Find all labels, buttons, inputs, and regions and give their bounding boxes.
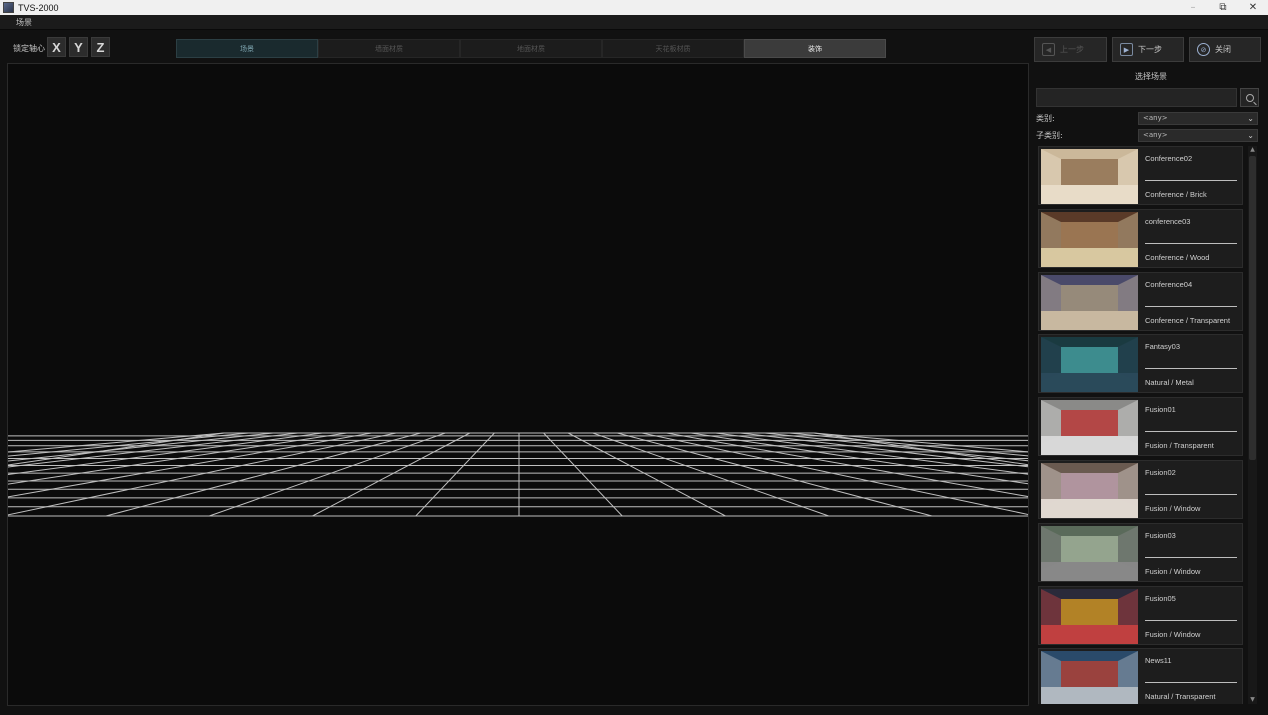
- scene-name: Conference02: [1145, 154, 1193, 163]
- cancel-icon: ⊘: [1197, 43, 1210, 56]
- menu-bar: 场景: [0, 15, 1268, 30]
- scene-thumbnail: [1041, 588, 1138, 644]
- scroll-thumb[interactable]: [1249, 156, 1256, 460]
- tab-ceiling-material[interactable]: 天花板材质: [602, 39, 744, 58]
- scene-list-scrollbar[interactable]: ▲ ▼: [1248, 146, 1257, 704]
- close-label: 关闭: [1215, 45, 1231, 54]
- chevron-down-icon: ⌄: [1247, 131, 1254, 140]
- window-title: TVS-2000: [18, 2, 59, 13]
- scene-thumbnail: [1041, 463, 1138, 518]
- search-button[interactable]: [1240, 88, 1259, 107]
- divider: [1145, 305, 1237, 307]
- scene-card[interactable]: Fusion05 Fusion / Window: [1038, 585, 1243, 645]
- prev-step-label: 上一步: [1060, 45, 1084, 54]
- next-step-button[interactable]: ▶ 下一步: [1112, 37, 1184, 62]
- scene-name: conference03: [1145, 216, 1191, 226]
- next-step-label: 下一步: [1138, 45, 1162, 54]
- scene-thumbnail: [1041, 149, 1138, 204]
- app-window: TVS-2000 – ⧉ ✕ 场景 锁定轴心 X Y Z 场景 墙面材质 地面材…: [0, 0, 1268, 715]
- chevron-down-icon: ⌄: [1247, 114, 1254, 123]
- scene-card[interactable]: Fantasy03 Natural / Metal: [1038, 334, 1243, 394]
- close-window-icon[interactable]: ✕: [1238, 0, 1268, 15]
- window-controls: – ⧉ ✕: [1178, 0, 1268, 15]
- scene-category: Fusion / Window: [1145, 629, 1201, 639]
- category-value: <any>: [1143, 114, 1168, 122]
- panel-title: 选择场景: [1135, 72, 1167, 81]
- divider: [1145, 494, 1237, 495]
- scene-name: Fantasy03: [1145, 342, 1181, 352]
- subcategory-label: 子类别:: [1036, 131, 1063, 140]
- scene-thumbnail: [1041, 400, 1138, 456]
- axis-x-button[interactable]: X: [47, 37, 66, 57]
- scene-card[interactable]: News11 Natural / Transparent: [1038, 648, 1243, 704]
- tab-floor-material[interactable]: 地面材质: [460, 39, 602, 58]
- scene-thumbnail: [1041, 651, 1138, 704]
- tab-scene[interactable]: 场景: [176, 39, 318, 58]
- scene-category: Conference / Wood: [1145, 252, 1210, 262]
- scene-card[interactable]: Conference04 Conference / Transparent: [1038, 271, 1243, 331]
- axis-z-button[interactable]: Z: [91, 37, 110, 57]
- scene-category: Natural / Transparent: [1145, 692, 1216, 702]
- prev-step-button[interactable]: ◀ 上一步: [1034, 37, 1107, 62]
- scene-card[interactable]: conference03 Conference / Wood: [1038, 208, 1243, 268]
- scene-category: Fusion / Window: [1145, 566, 1201, 576]
- divider: [1145, 682, 1237, 684]
- scene-card[interactable]: Fusion03 Fusion / Window: [1038, 522, 1243, 582]
- divider: [1145, 619, 1237, 621]
- scene-search-input[interactable]: [1036, 88, 1237, 107]
- back-icon: ◀: [1042, 43, 1055, 56]
- app-icon: [3, 2, 14, 13]
- subcategory-value: <any>: [1143, 131, 1168, 139]
- scene-name: Fusion03: [1145, 530, 1176, 540]
- scroll-down-icon[interactable]: ▼: [1248, 696, 1257, 704]
- scene-name: News11: [1145, 656, 1172, 666]
- category-select[interactable]: <any> ⌄: [1138, 112, 1258, 125]
- subcategory-select[interactable]: <any> ⌄: [1138, 129, 1258, 142]
- scene-category: Conference / Brick: [1145, 190, 1207, 199]
- restore-icon[interactable]: ⧉: [1208, 0, 1238, 15]
- divider: [1145, 368, 1237, 370]
- scene-thumbnail: [1041, 337, 1138, 393]
- scroll-up-icon[interactable]: ▲: [1248, 146, 1257, 154]
- scene-name: Fusion01: [1145, 405, 1176, 415]
- play-icon: ▶: [1120, 43, 1133, 56]
- tab-wall-material[interactable]: 墙面材质: [318, 39, 460, 58]
- scene-category: Natural / Metal: [1145, 378, 1194, 388]
- floor-grid: [8, 432, 1028, 517]
- step-tabs: 场景 墙面材质 地面材质 天花板材质 装饰: [176, 39, 886, 58]
- minimize-icon[interactable]: –: [1178, 0, 1208, 15]
- scene-category: Conference / Transparent: [1145, 315, 1231, 325]
- axis-y-button[interactable]: Y: [69, 37, 88, 57]
- scene-thumbnail: [1041, 211, 1138, 267]
- scene-card[interactable]: Fusion02 Fusion / Window: [1038, 460, 1243, 519]
- divider: [1145, 556, 1237, 558]
- search-icon: [1245, 93, 1254, 102]
- scene-name: Fusion05: [1145, 593, 1176, 603]
- divider: [1145, 242, 1237, 244]
- 3d-viewport[interactable]: [7, 63, 1029, 706]
- scene-name: Conference04: [1145, 279, 1193, 289]
- scene-list: Conference02 Conference / Brick conference…: [1038, 146, 1244, 704]
- lock-axis-label: 锁定轴心: [13, 44, 45, 53]
- scene-thumbnail: [1041, 525, 1138, 581]
- tab-decoration[interactable]: 装饰: [744, 39, 886, 58]
- title-bar: TVS-2000 – ⧉ ✕: [0, 0, 1268, 15]
- scene-card[interactable]: Conference02 Conference / Brick: [1038, 146, 1243, 205]
- scene-name: Fusion02: [1145, 468, 1176, 477]
- category-label: 类别:: [1036, 114, 1055, 123]
- divider: [1145, 180, 1237, 181]
- scene-thumbnail: [1041, 274, 1138, 330]
- menu-scene[interactable]: 场景: [16, 17, 32, 28]
- scene-category: Fusion / Transparent: [1145, 441, 1214, 451]
- scene-card[interactable]: Fusion01 Fusion / Transparent: [1038, 397, 1243, 457]
- divider: [1145, 431, 1237, 433]
- close-button[interactable]: ⊘ 关闭: [1189, 37, 1261, 62]
- scene-category: Fusion / Window: [1145, 504, 1201, 513]
